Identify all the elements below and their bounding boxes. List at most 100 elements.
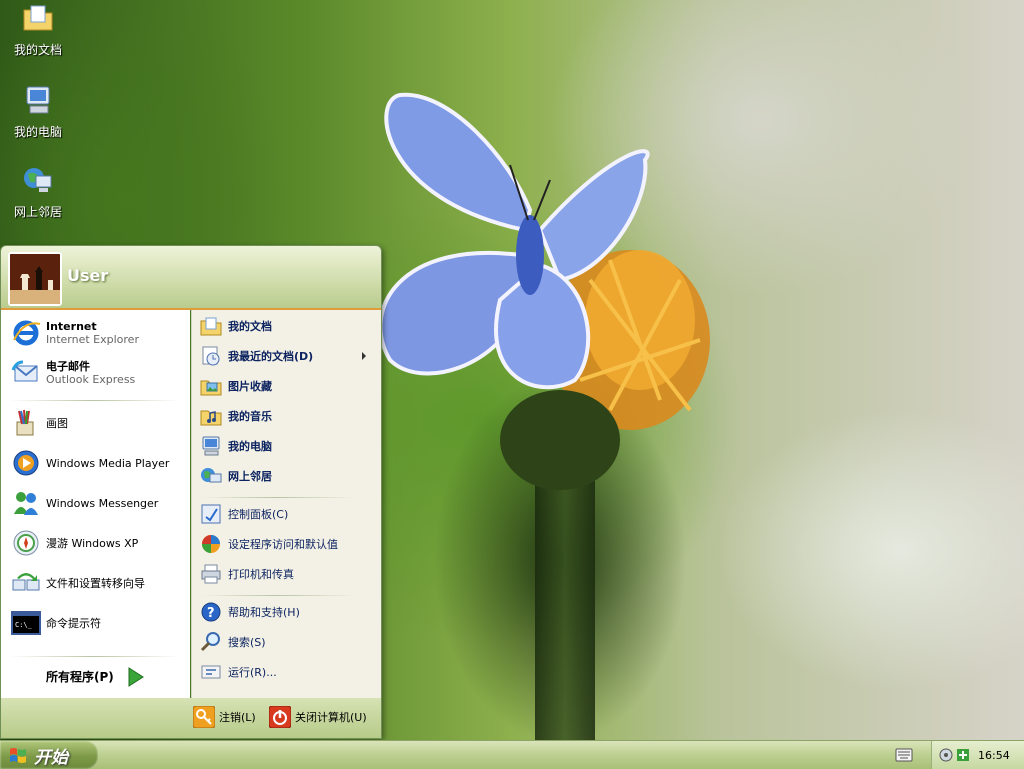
- keyboard-icon[interactable]: [895, 748, 913, 762]
- place-search[interactable]: 搜索(S): [200, 630, 266, 654]
- place-label: 帮助和支持(H): [228, 606, 300, 619]
- program-title: Windows Media Player: [46, 456, 170, 470]
- search-icon: [200, 632, 220, 652]
- media-player-icon: [13, 450, 39, 476]
- place-my-documents[interactable]: 我的文档: [200, 314, 272, 338]
- program-subtitle: Internet Explorer: [46, 333, 139, 346]
- butterfly-wallpaper: [378, 92, 710, 490]
- green-arrow-icon: [128, 667, 144, 687]
- svg-text:C:\_: C:\_: [15, 621, 33, 629]
- place-my-pictures[interactable]: 图片收藏: [200, 374, 272, 398]
- place-printers[interactable]: 打印机和传真: [200, 562, 294, 586]
- place-control-panel[interactable]: 控制面板(C): [200, 502, 288, 526]
- all-programs-label: 所有程序(P): [46, 669, 114, 684]
- security-shield-icon[interactable]: [956, 748, 970, 762]
- program-title: 漫游 Windows XP: [46, 536, 139, 550]
- program-media-player[interactable]: Windows Media Player: [11, 448, 169, 478]
- place-label: 控制面板(C): [228, 508, 289, 521]
- key-icon: [193, 706, 215, 728]
- program-command-prompt[interactable]: C:\_ 命令提示符: [11, 608, 101, 638]
- user-avatar[interactable]: [8, 252, 62, 306]
- power-icon: [269, 706, 291, 728]
- program-transfer-wizard[interactable]: 文件和设置转移向导: [11, 568, 145, 598]
- place-label: 图片收藏: [228, 380, 272, 393]
- printers-icon: [201, 564, 221, 584]
- desktop-icon-my-documents[interactable]: 我的文档: [0, 2, 76, 58]
- shutdown-label: 关闭计算机(U): [295, 710, 367, 724]
- place-label: 我的电脑: [228, 440, 272, 453]
- place-my-computer[interactable]: 我的电脑: [200, 434, 272, 458]
- program-tour-xp[interactable]: 漫游 Windows XP: [11, 528, 138, 558]
- program-title: 文件和设置转移向导: [46, 576, 145, 590]
- place-label: 网上邻居: [228, 470, 272, 483]
- taskbar: 开始 16:54: [0, 740, 1024, 769]
- program-messenger[interactable]: Windows Messenger: [11, 488, 158, 518]
- internet-explorer-icon: [13, 320, 41, 346]
- start-button[interactable]: 开始: [0, 741, 98, 769]
- my-computer-icon: [202, 436, 220, 456]
- program-title: 电子邮件: [46, 360, 90, 373]
- user-name: User: [67, 266, 109, 285]
- separator: [9, 656, 179, 657]
- program-internet-explorer[interactable]: Internet Internet Explorer: [11, 318, 139, 348]
- my-documents-icon: [200, 317, 222, 336]
- place-help[interactable]: ? 帮助和支持(H): [200, 600, 300, 624]
- place-network-places[interactable]: 网上邻居: [200, 464, 272, 488]
- desktop-icon-label: 网上邻居: [13, 205, 62, 219]
- program-title: Internet: [46, 320, 97, 333]
- start-menu-header: User: [1, 246, 381, 310]
- start-label: 开始: [34, 747, 68, 768]
- desktop-icon-network-places[interactable]: 网上邻居: [0, 164, 76, 220]
- program-title: Windows Messenger: [46, 496, 159, 510]
- place-label: 打印机和传真: [228, 568, 294, 581]
- outlook-express-icon: [11, 360, 38, 382]
- chess-avatar-icon: [10, 254, 60, 304]
- help-icon: ?: [201, 602, 221, 622]
- shutdown-button[interactable]: 关闭计算机(U): [269, 706, 367, 728]
- recent-documents-icon: [202, 346, 220, 366]
- clock[interactable]: 16:54: [978, 749, 1010, 762]
- place-recent-documents[interactable]: 我最近的文档(D): [200, 344, 376, 368]
- place-label: 我最近的文档(D): [228, 350, 314, 363]
- logoff-button[interactable]: 注销(L): [193, 706, 256, 728]
- start-menu-footer: 注销(L) 关闭计算机(U): [1, 698, 381, 738]
- network-places-icon: [201, 468, 222, 483]
- volume-icon[interactable]: [938, 747, 954, 763]
- place-label: 设定程序访问和默认值: [228, 538, 338, 551]
- desktop-icon-my-computer[interactable]: 我的电脑: [0, 84, 76, 140]
- place-my-music[interactable]: 我的音乐: [200, 404, 272, 428]
- desktop-icon-label: 我的文档: [13, 43, 62, 57]
- network-places-icon: [24, 168, 52, 192]
- separator: [200, 497, 355, 498]
- command-prompt-icon: C:\_: [11, 611, 41, 635]
- program-outlook-express[interactable]: 电子邮件 Outlook Express: [11, 358, 135, 388]
- place-label: 我的音乐: [228, 410, 272, 423]
- my-computer-icon: [26, 86, 50, 114]
- my-music-icon: [200, 410, 222, 426]
- program-title: 命令提示符: [46, 616, 101, 630]
- start-menu: User Internet Internet Explorer 电子邮件 Out: [0, 245, 382, 739]
- place-label: 运行(R)...: [228, 666, 277, 679]
- places-column: 我的文档 我最近的文档(D) 图片收藏 我的音乐 我的电脑 网上邻居 控制面板(…: [191, 310, 381, 698]
- desktop-icon-label: 我的电脑: [13, 125, 62, 139]
- place-label: 我的文档: [228, 320, 272, 333]
- windows-logo-icon: [10, 748, 26, 763]
- tour-xp-icon: [13, 530, 39, 556]
- system-tray: 16:54: [931, 741, 1024, 769]
- pinned-programs-column: Internet Internet Explorer 电子邮件 Outlook …: [1, 310, 190, 698]
- place-run[interactable]: 运行(R)...: [200, 660, 277, 684]
- logoff-label: 注销(L): [219, 710, 256, 724]
- control-panel-icon: [201, 504, 221, 524]
- run-icon: [201, 665, 221, 679]
- paint-icon: [16, 409, 34, 436]
- my-pictures-icon: [200, 380, 222, 396]
- program-paint[interactable]: 画图: [11, 408, 68, 438]
- submenu-arrow-icon: [362, 352, 366, 360]
- messenger-icon: [14, 492, 38, 515]
- folder-documents-icon: [23, 5, 53, 31]
- all-programs-button[interactable]: 所有程序(P): [46, 666, 146, 688]
- svg-text:?: ?: [207, 606, 215, 621]
- place-program-defaults[interactable]: 设定程序访问和默认值: [200, 532, 338, 556]
- program-subtitle: Outlook Express: [46, 373, 136, 386]
- separator: [200, 595, 355, 596]
